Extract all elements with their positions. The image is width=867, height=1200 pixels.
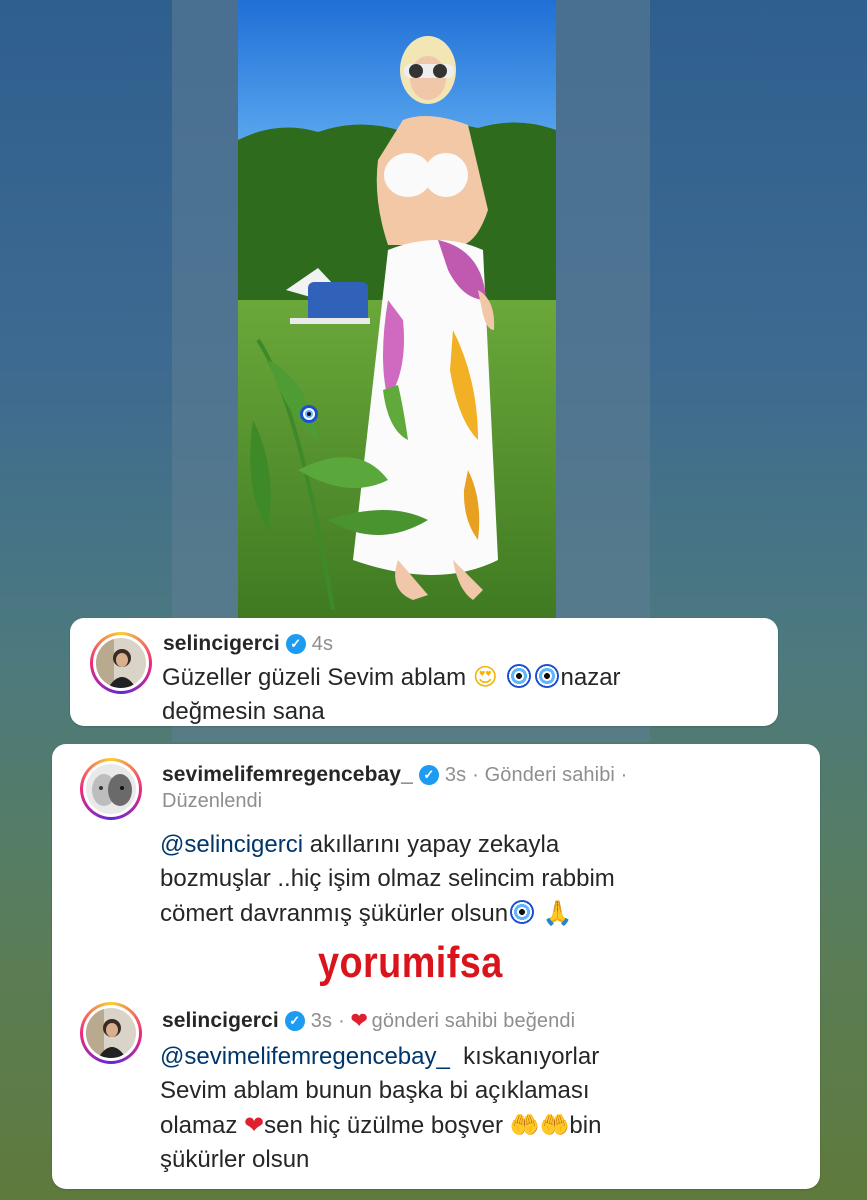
- username[interactable]: selincigerci: [162, 1009, 279, 1032]
- nazar-boncugu-icon: [506, 664, 531, 688]
- edited-label: Düzenlendi: [162, 790, 263, 812]
- smiling-face-with-heart-eyes-icon: 😍: [472, 663, 498, 691]
- comment-header: selincigerci ✓ 4s: [163, 632, 333, 656]
- liked-by-owner-label: gönderi sahibi beğendi: [371, 1010, 576, 1032]
- avatar[interactable]: [90, 632, 152, 694]
- verified-badge-icon: ✓: [284, 1011, 305, 1032]
- nazar-boncugu-icon: [510, 900, 535, 924]
- post-photo[interactable]: [238, 0, 556, 618]
- timestamp: 4s: [311, 633, 334, 655]
- username[interactable]: sevimelifemregencebay_: [162, 763, 413, 786]
- mention-link[interactable]: @sevimelifemregencebay_: [160, 1043, 450, 1070]
- timestamp: 3s: [444, 764, 467, 786]
- comment-text: @selincigerci akıllarını yapay zekayla b…: [160, 831, 615, 927]
- nazar-boncugu-icon: [534, 664, 559, 688]
- red-heart-icon: ❤: [244, 1111, 265, 1139]
- watermark-text: yorumifsa: [318, 938, 503, 987]
- heart-icon: ❤: [350, 1010, 368, 1032]
- comment-header: sevimelifemregencebay_ ✓ 3s · Gönderi sahib…: [162, 763, 627, 787]
- folded-hands-icon: 🙏: [542, 899, 573, 927]
- avatar[interactable]: [80, 1002, 142, 1064]
- avatar[interactable]: [80, 758, 142, 820]
- post-owner-label: · Gönderi sahibi ·: [472, 764, 628, 786]
- username[interactable]: selincigerci: [163, 632, 280, 655]
- timestamp: 3s: [310, 1010, 333, 1032]
- comment-text: Güzeller güzeli Sevim ablam 😍 nazar değm…: [162, 663, 621, 725]
- comment-card: selincigerci ✓ 4s Güzeller güzeli Sevim ab…: [70, 618, 778, 726]
- nazar-boncugu-icon: [300, 405, 318, 423]
- verified-badge-icon: ✓: [418, 765, 439, 786]
- verified-badge-icon: ✓: [285, 634, 306, 655]
- palms-up-icon: 🤲: [509, 1111, 540, 1139]
- comment-header: selincigerci ✓ 3s · ❤ gönderi sahibi beğendi: [162, 1009, 576, 1032]
- comment-text: @sevimelifemregencebay_ kıskanıyorlar Se…: [160, 1043, 602, 1173]
- palms-up-icon: 🤲: [539, 1111, 570, 1139]
- mention-link[interactable]: @selincigerci: [160, 831, 303, 858]
